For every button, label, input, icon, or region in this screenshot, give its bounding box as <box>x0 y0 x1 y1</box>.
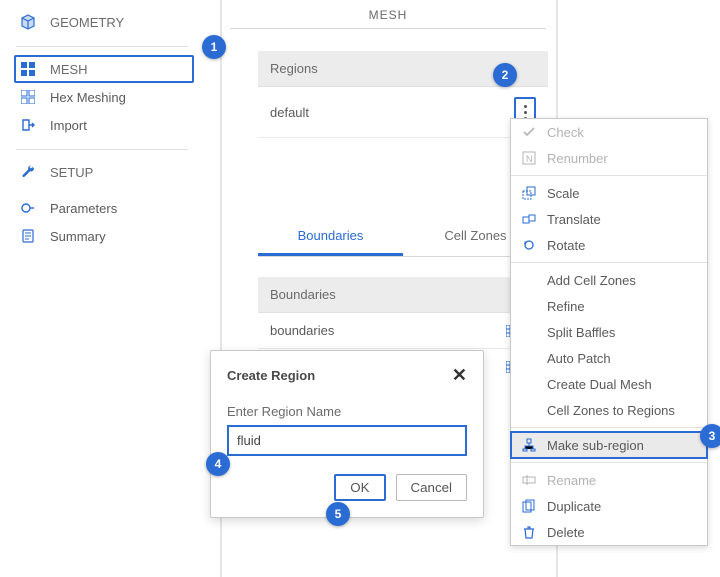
boundary-name: boundaries <box>270 323 334 338</box>
cancel-button[interactable]: Cancel <box>396 474 468 501</box>
delete-icon <box>521 524 537 540</box>
ctx-cell-zones-to-regions[interactable]: Cell Zones to Regions <box>511 397 707 423</box>
context-menu: Check N Renumber Scale Translate Rotate … <box>510 118 708 546</box>
ctx-scale[interactable]: Scale <box>511 180 707 206</box>
ctx-make-sub-region[interactable]: Make sub-region <box>511 432 707 458</box>
ctx-create-dual-mesh[interactable]: Create Dual Mesh <box>511 371 707 397</box>
ctx-label: Rotate <box>547 238 585 253</box>
translate-icon <box>521 211 537 227</box>
close-icon[interactable]: ✕ <box>452 365 467 386</box>
sidebar-label: Summary <box>50 229 106 244</box>
step-badge-5: 5 <box>326 502 350 526</box>
ctx-rotate[interactable]: Rotate <box>511 232 707 258</box>
ctx-check[interactable]: Check <box>511 119 707 145</box>
sidebar-label: Hex Meshing <box>50 90 126 105</box>
ctx-rename[interactable]: Rename <box>511 467 707 493</box>
separator <box>16 149 188 150</box>
ctx-delete[interactable]: Delete <box>511 519 707 545</box>
separator <box>511 462 707 463</box>
cube-icon <box>20 14 36 30</box>
ctx-label: Refine <box>547 299 585 314</box>
ctx-label: Duplicate <box>547 499 601 514</box>
sidebar-label: Import <box>50 118 87 133</box>
sidebar-item-setup[interactable]: SETUP <box>0 158 204 186</box>
step-badge-2: 2 <box>493 63 517 87</box>
ctx-add-cell-zones[interactable]: Add Cell Zones <box>511 267 707 293</box>
ok-button[interactable]: OK <box>334 474 385 501</box>
rename-icon <box>521 472 537 488</box>
separator <box>16 46 188 47</box>
boundaries-header: Boundaries <box>258 277 548 313</box>
ctx-label: Cell Zones to Regions <box>547 403 675 418</box>
duplicate-icon <box>521 498 537 514</box>
sidebar-item-summary[interactable]: Summary <box>0 222 204 250</box>
ctx-label: Make sub-region <box>547 438 644 453</box>
ctx-label: Add Cell Zones <box>547 273 636 288</box>
rotate-icon <box>521 237 537 253</box>
sidebar-item-mesh[interactable]: MESH <box>14 55 194 83</box>
hex-icon <box>20 89 36 105</box>
separator <box>511 262 707 263</box>
sidebar-item-hexmeshing[interactable]: Hex Meshing <box>0 83 204 111</box>
boundary-row[interactable]: boundaries ▾ <box>258 313 548 349</box>
ctx-duplicate[interactable]: Duplicate <box>511 493 707 519</box>
scale-icon <box>521 185 537 201</box>
tabs: Boundaries Cell Zones <box>258 218 548 257</box>
sidebar: GEOMETRY MESH Hex Meshing Import SETUP P… <box>0 0 205 577</box>
step-badge-3: 3 <box>700 424 720 448</box>
sidebar-item-geometry[interactable]: GEOMETRY <box>0 8 204 36</box>
sidebar-label: SETUP <box>50 165 93 180</box>
sidebar-item-parameters[interactable]: Parameters <box>0 194 204 222</box>
grid-icon <box>20 61 36 77</box>
separator <box>511 175 707 176</box>
region-row[interactable]: default <box>258 87 548 138</box>
renumber-icon: N <box>521 150 537 166</box>
ctx-label: Split Baffles <box>547 325 615 340</box>
ctx-label: Check <box>547 125 584 140</box>
dialog-label: Enter Region Name <box>227 404 467 419</box>
step-badge-1: 1 <box>202 35 226 59</box>
summary-icon <box>20 228 36 244</box>
ctx-split-baffles[interactable]: Split Baffles <box>511 319 707 345</box>
subregion-icon <box>521 437 537 453</box>
import-icon <box>20 117 36 133</box>
region-name-input[interactable] <box>227 425 467 456</box>
region-name: default <box>270 105 309 120</box>
ctx-label: Rename <box>547 473 596 488</box>
sidebar-label: Parameters <box>50 201 117 216</box>
sidebar-item-import[interactable]: Import <box>0 111 204 139</box>
dialog-title: Create Region <box>227 368 315 383</box>
step-badge-4: 4 <box>206 452 230 476</box>
ctx-auto-patch[interactable]: Auto Patch <box>511 345 707 371</box>
ctx-renumber[interactable]: N Renumber <box>511 145 707 171</box>
wrench-icon <box>20 164 36 180</box>
ctx-label: Translate <box>547 212 601 227</box>
check-icon <box>521 124 537 140</box>
ctx-label: Scale <box>547 186 580 201</box>
page-title: MESH <box>230 0 546 29</box>
parameters-icon <box>20 200 36 216</box>
ctx-refine[interactable]: Refine <box>511 293 707 319</box>
ctx-label: Delete <box>547 525 585 540</box>
sidebar-label: GEOMETRY <box>50 15 124 30</box>
ctx-label: Create Dual Mesh <box>547 377 652 392</box>
separator <box>511 427 707 428</box>
ctx-label: Auto Patch <box>547 351 611 366</box>
svg-text:N: N <box>526 154 533 164</box>
ctx-label: Renumber <box>547 151 608 166</box>
tab-boundaries[interactable]: Boundaries <box>258 218 403 256</box>
create-region-dialog: Create Region ✕ Enter Region Name OK Can… <box>210 350 484 518</box>
ctx-translate[interactable]: Translate <box>511 206 707 232</box>
sidebar-label: MESH <box>50 62 88 77</box>
